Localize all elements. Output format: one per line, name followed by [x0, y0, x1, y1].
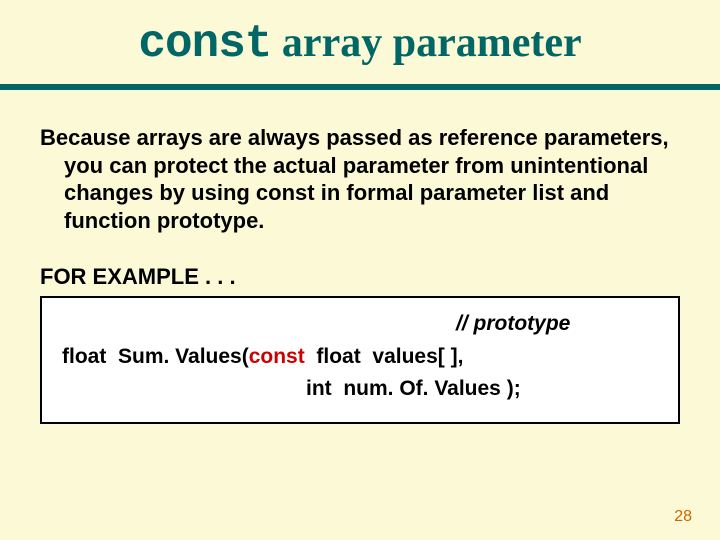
code-comment: // prototype — [56, 308, 664, 341]
code-line1-a: float Sum. Values( — [62, 345, 249, 368]
body-paragraph-text: Because arrays are always passed as refe… — [40, 124, 680, 234]
code-line-2: int num. Of. Values ); — [56, 373, 664, 406]
code-box: // prototype float Sum. Values(const flo… — [40, 296, 680, 424]
page-number: 28 — [674, 508, 692, 526]
code-line1-b: float values[ ], — [305, 345, 464, 368]
const-keyword: const — [249, 345, 305, 368]
example-label: FOR EXAMPLE . . . — [0, 234, 720, 290]
title-keyword: const — [138, 18, 271, 70]
slide-title: const array parameter — [0, 0, 720, 78]
code-line-1: float Sum. Values(const float values[ ], — [56, 341, 664, 374]
body-paragraph: Because arrays are always passed as refe… — [0, 90, 720, 234]
title-rest: array parameter — [271, 20, 581, 66]
